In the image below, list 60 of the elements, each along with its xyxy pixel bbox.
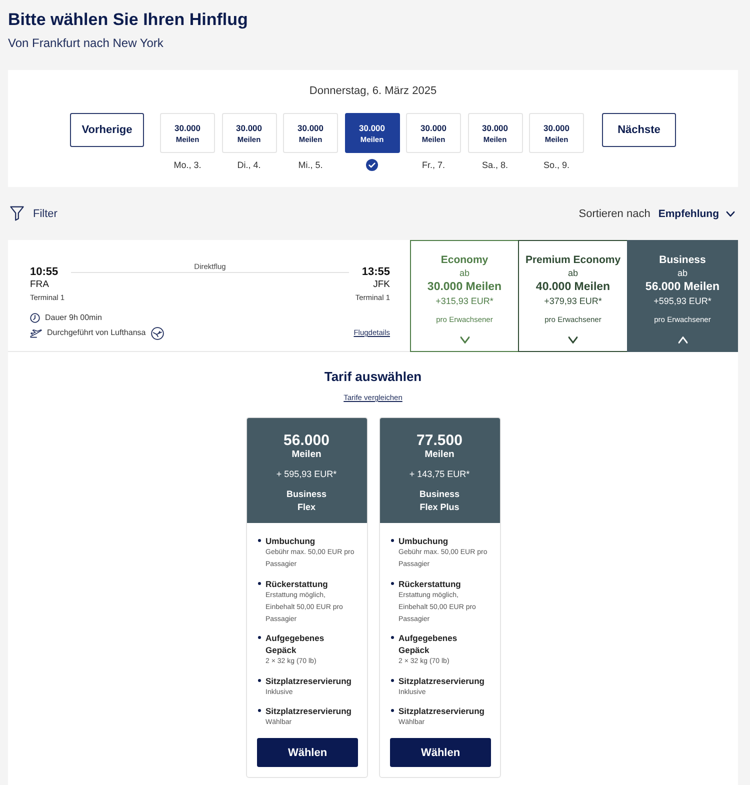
bullet-icon <box>390 582 394 584</box>
feature-title: Rückerstattung <box>266 578 329 590</box>
sort-dropdown[interactable]: Empfehlung <box>658 208 738 220</box>
page-subtitle: Von Frankfurt nach New York <box>8 35 164 51</box>
arrival-time: 13:55 <box>362 265 390 279</box>
operator-label: Durchgeführt von Lufthansa <box>47 327 146 339</box>
chevron-up-icon <box>678 336 688 344</box>
select-fare-button[interactable]: Wählen <box>390 738 491 767</box>
bullet-icon <box>390 539 394 542</box>
sort-label: Sortieren nach <box>578 208 650 220</box>
fare-name: Business Flex <box>285 488 328 514</box>
fare-section-title: Tarif auswählen <box>324 368 422 386</box>
fare-miles: 77.500 <box>416 432 462 449</box>
plane-icon <box>30 328 42 338</box>
bullet-icon <box>258 636 260 639</box>
chevron-down-icon <box>460 336 470 344</box>
departure-airport: FRA <box>30 279 49 291</box>
day-label: Fr., 7. <box>422 159 445 171</box>
bullet-icon <box>258 582 260 584</box>
feature-title: Rückerstattung <box>398 578 462 590</box>
fare-miles-unit: Meilen <box>424 449 454 460</box>
feature-title: Sitzplatzreservierung <box>266 705 352 717</box>
day-label: Di., 4. <box>237 159 261 171</box>
next-button[interactable]: Nächste <box>602 113 676 147</box>
select-fare-button[interactable]: Wählen <box>257 738 358 767</box>
date-label: Donnerstag, 6. März 2025 <box>309 84 437 98</box>
chevron-down-icon <box>726 210 735 216</box>
arrival-airport: JFK <box>373 279 390 291</box>
feature-title: Sitzplatzreservierung <box>398 674 486 686</box>
chevron-down-icon <box>568 336 578 344</box>
bullet-icon <box>258 678 260 682</box>
filter-icon <box>10 206 24 221</box>
day-label: So., 9. <box>543 159 570 171</box>
feature-title: Aufgegebenes Gepäck <box>266 632 326 656</box>
filter-button[interactable]: Filter <box>8 206 58 221</box>
feature-title: Sitzplatzreservierung <box>266 674 352 686</box>
previous-button[interactable]: Vorherige <box>70 113 144 147</box>
departure-time: 10:55 <box>30 265 58 279</box>
fare-name: Business Flex Plus <box>418 488 461 514</box>
feature-title: Umbuchung <box>398 535 450 547</box>
feature-title: Aufgegebenes Gepäck <box>398 632 458 656</box>
fare-price: + 595,93 EUR* <box>276 468 337 480</box>
bird-logo-icon <box>150 326 164 340</box>
bullet-icon <box>390 709 394 712</box>
flight-duration: Dauer 9h 00min <box>45 312 102 324</box>
fare-miles-unit: Meilen <box>292 449 322 460</box>
page-title: Bitte wählen Sie Ihren Hinflug <box>8 9 249 31</box>
day-label: Sa., 8. <box>482 159 508 171</box>
day-label: Mo., 3. <box>174 159 202 171</box>
bullet-icon <box>258 539 260 542</box>
feature-title: Umbuchung <box>266 535 316 547</box>
bullet-icon <box>390 636 394 639</box>
fare-price: + 143,75 EUR* <box>409 468 470 480</box>
bullet-icon <box>258 709 260 712</box>
check-circle-icon <box>366 159 378 171</box>
feature-title: Sitzplatzreservierung <box>398 705 486 717</box>
bullet-icon <box>390 678 394 682</box>
clock-icon <box>30 313 40 323</box>
day-label: Mi., 5. <box>298 159 323 171</box>
fare-miles: 56.000 <box>284 432 330 449</box>
